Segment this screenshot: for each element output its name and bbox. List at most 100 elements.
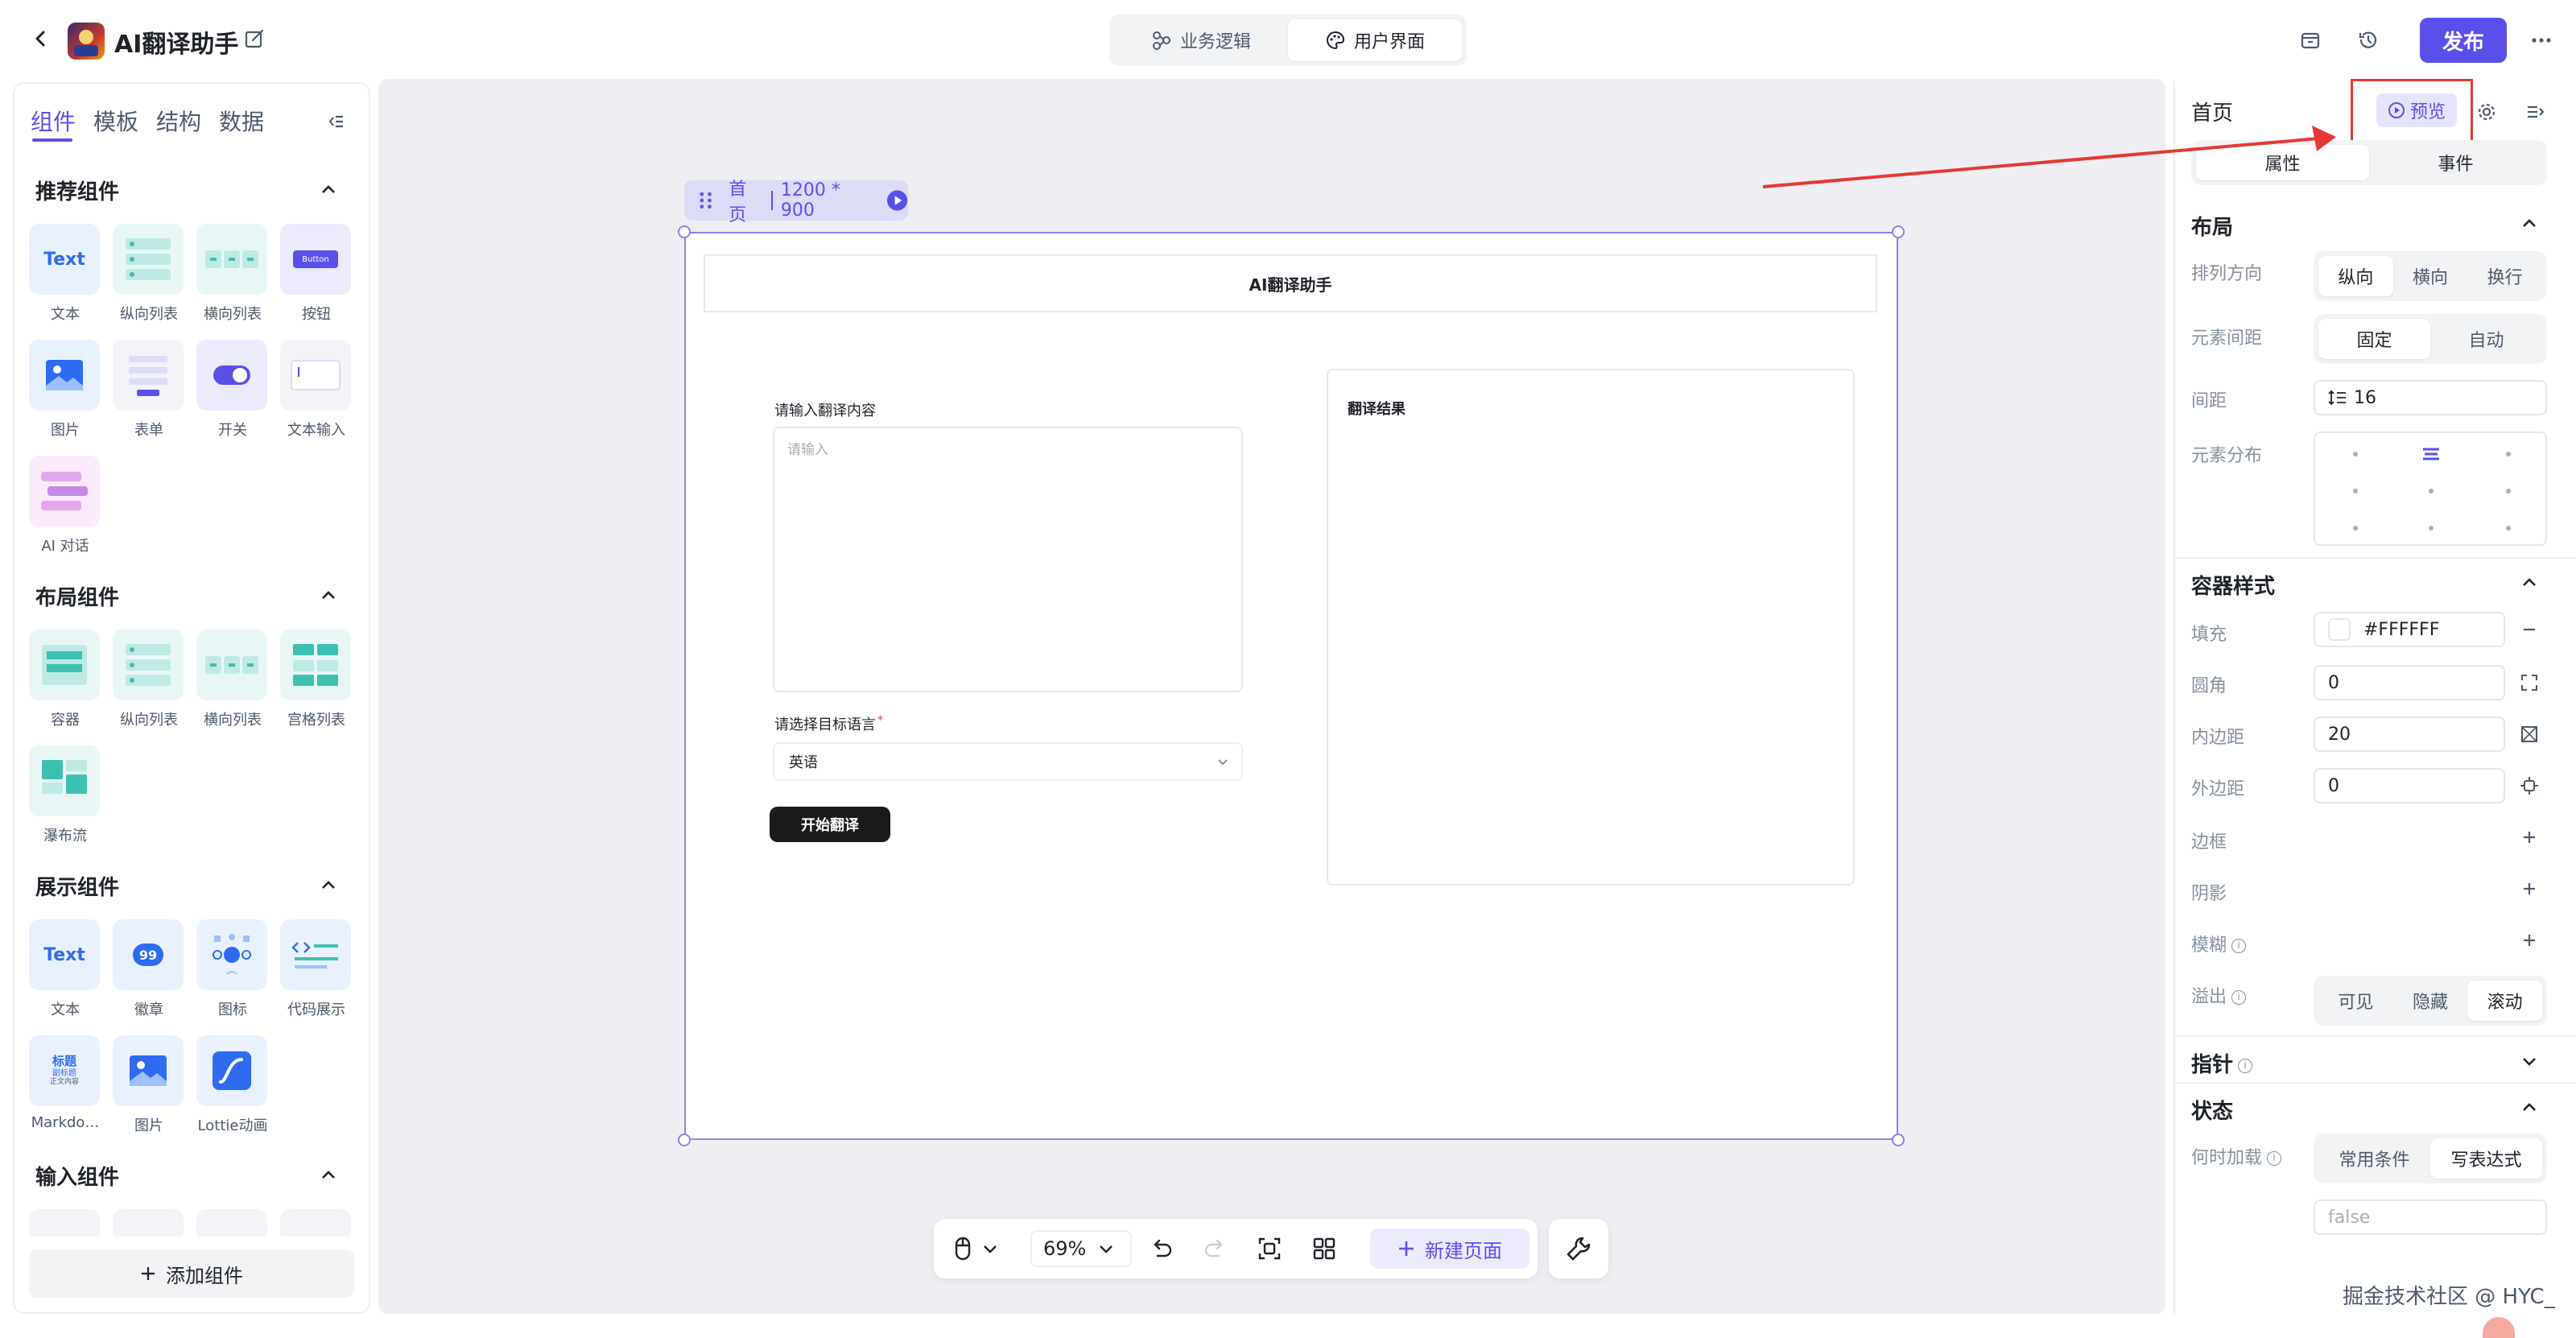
chevron-up-icon[interactable] [317,874,340,897]
tab-events[interactable]: 事件 [2369,145,2542,180]
component-horizontal-list[interactable]: 横向列表 [196,224,269,324]
play-icon[interactable] [886,189,908,212]
direction-vertical[interactable]: 纵向 [2318,256,2393,296]
left-tab-templates[interactable]: 模板 [93,105,138,137]
result-card[interactable]: 翻译结果 [1327,369,1855,886]
fit-screen-icon[interactable] [1257,1237,1282,1261]
chevron-up-icon[interactable] [317,179,340,201]
add-shadow-icon[interactable] [2521,881,2537,897]
history-icon[interactable] [2357,29,2380,52]
redo-icon[interactable] [1203,1237,1227,1261]
component-waterfall[interactable]: 瀑布流 [29,745,101,845]
padding-input[interactable]: 20 [2314,716,2505,752]
resize-handle-tl[interactable] [678,225,691,238]
load-expression[interactable]: 写表达式 [2430,1138,2542,1179]
panel-toggle-icon[interactable] [2524,101,2545,122]
chevron-up-icon[interactable] [317,1164,340,1187]
margin-icon[interactable] [2520,776,2539,795]
info-icon[interactable]: i [2231,939,2247,953]
preview-highlight-box [2351,79,2473,148]
component-container[interactable]: 容器 [29,630,101,729]
fill-input[interactable]: #FFFFFF [2314,612,2505,647]
chevron-up-icon[interactable] [2518,213,2541,235]
component-text-input[interactable]: 文本输入 [280,340,353,440]
load-expression-input[interactable]: false [2314,1200,2547,1235]
save-version-icon[interactable] [2299,29,2322,52]
back-icon[interactable] [29,27,52,50]
component-button[interactable]: Button 按钮 [280,224,353,324]
resize-handle-tr[interactable] [1892,225,1905,238]
direction-wrap[interactable]: 换行 [2467,256,2542,296]
new-page-button[interactable]: 新建页面 [1370,1229,1530,1269]
component-horizontal-list-layout[interactable]: 横向列表 [196,630,269,729]
component-icon[interactable]: 图标 [196,919,269,1019]
left-tab-components-underline [32,138,72,142]
left-tab-structure[interactable]: 结构 [156,105,201,137]
grid-view-icon[interactable] [1312,1237,1336,1261]
settings-icon[interactable] [2476,101,2497,122]
margin-input[interactable]: 0 [2314,768,2505,803]
radius-input[interactable]: 0 [2314,665,2505,700]
start-translate-button[interactable]: 开始翻译 [770,807,890,842]
load-common-condition[interactable]: 常用条件 [2318,1138,2430,1179]
component-display-text[interactable]: Text 文本 [29,919,101,1019]
direction-horizontal[interactable]: 横向 [2393,256,2468,296]
component-badge[interactable]: 99 徽章 [113,919,185,1019]
overflow-visible[interactable]: 可见 [2318,981,2393,1021]
edit-title-icon[interactable] [243,27,266,50]
add-border-icon[interactable] [2521,829,2537,845]
translate-input[interactable]: 请输入 [773,427,1243,692]
left-tab-data[interactable]: 数据 [219,105,264,137]
component-code-display[interactable]: 代码展示 [280,919,353,1019]
component-form[interactable]: 表单 [113,340,185,440]
overflow-scroll[interactable]: 滚动 [2467,981,2543,1021]
component-ai-chat[interactable]: AI 对话 [29,456,101,555]
component-lottie[interactable]: Lottie动画 [196,1035,269,1135]
component-markdown[interactable]: 标题 副标题 正文内容 Markdo… [29,1035,101,1131]
cursor-mode-button[interactable] [953,1235,1009,1262]
spacing-auto[interactable]: 自动 [2430,319,2542,359]
spacing-fixed[interactable]: 固定 [2318,319,2430,359]
component-image[interactable]: 图片 [29,340,101,440]
remove-fill-icon[interactable] [2521,622,2537,638]
frame-label-chip[interactable]: 首页 1200 * 900 [684,180,908,225]
horizontal-list-icon [205,250,258,268]
toggle-icon [213,365,250,385]
gap-input[interactable]: 16 [2314,380,2547,415]
tab-business-logic[interactable]: 业务逻辑 [1114,19,1288,61]
resize-handle-br[interactable] [1892,1134,1905,1146]
component-vertical-list-layout[interactable]: 纵向列表 [113,630,185,729]
page-frame[interactable]: AI翻译助手 请输入翻译内容 请输入 请选择目标语言 * 英语 开始翻译 翻译结果 [684,232,1898,1140]
page-header[interactable]: AI翻译助手 [704,254,1877,312]
collapse-panel-icon[interactable] [325,111,346,132]
language-select[interactable]: 英语 [773,742,1243,781]
info-icon[interactable]: i [2267,1151,2282,1166]
info-icon[interactable]: i [2238,1058,2253,1073]
chevron-up-icon[interactable] [317,584,340,607]
add-blur-icon[interactable] [2521,932,2537,948]
left-tab-components[interactable]: 组件 [31,105,76,137]
chevron-down-icon[interactable] [2518,1050,2541,1072]
undo-icon[interactable] [1150,1237,1174,1261]
component-switch[interactable]: 开关 [196,340,269,440]
drag-handle-icon[interactable] [697,190,714,211]
component-vertical-list[interactable]: 纵向列表 [113,224,185,324]
resize-handle-bl[interactable] [678,1134,691,1146]
zoom-select[interactable]: 69% [1030,1230,1132,1267]
add-component-button[interactable]: 添加组件 [29,1249,354,1298]
chevron-up-icon[interactable] [2518,572,2541,594]
tab-user-interface[interactable]: 用户界面 [1288,19,1462,61]
component-grid-list[interactable]: 宫格列表 [280,630,353,729]
component-text[interactable]: Text 文本 [29,224,101,324]
publish-button[interactable]: 发布 [2420,18,2507,63]
padding-icon[interactable] [2520,725,2539,744]
info-icon[interactable]: i [2231,990,2247,1005]
component-display-image[interactable]: 图片 [113,1035,185,1135]
distribution-grid[interactable] [2314,432,2547,546]
tools-button[interactable] [1549,1219,1608,1278]
fill-color-swatch[interactable] [2328,618,2351,641]
chevron-up-icon[interactable] [2518,1096,2541,1119]
overflow-hidden[interactable]: 隐藏 [2393,981,2468,1021]
corner-radius-icon[interactable] [2520,673,2539,692]
more-icon[interactable] [2529,29,2553,52]
